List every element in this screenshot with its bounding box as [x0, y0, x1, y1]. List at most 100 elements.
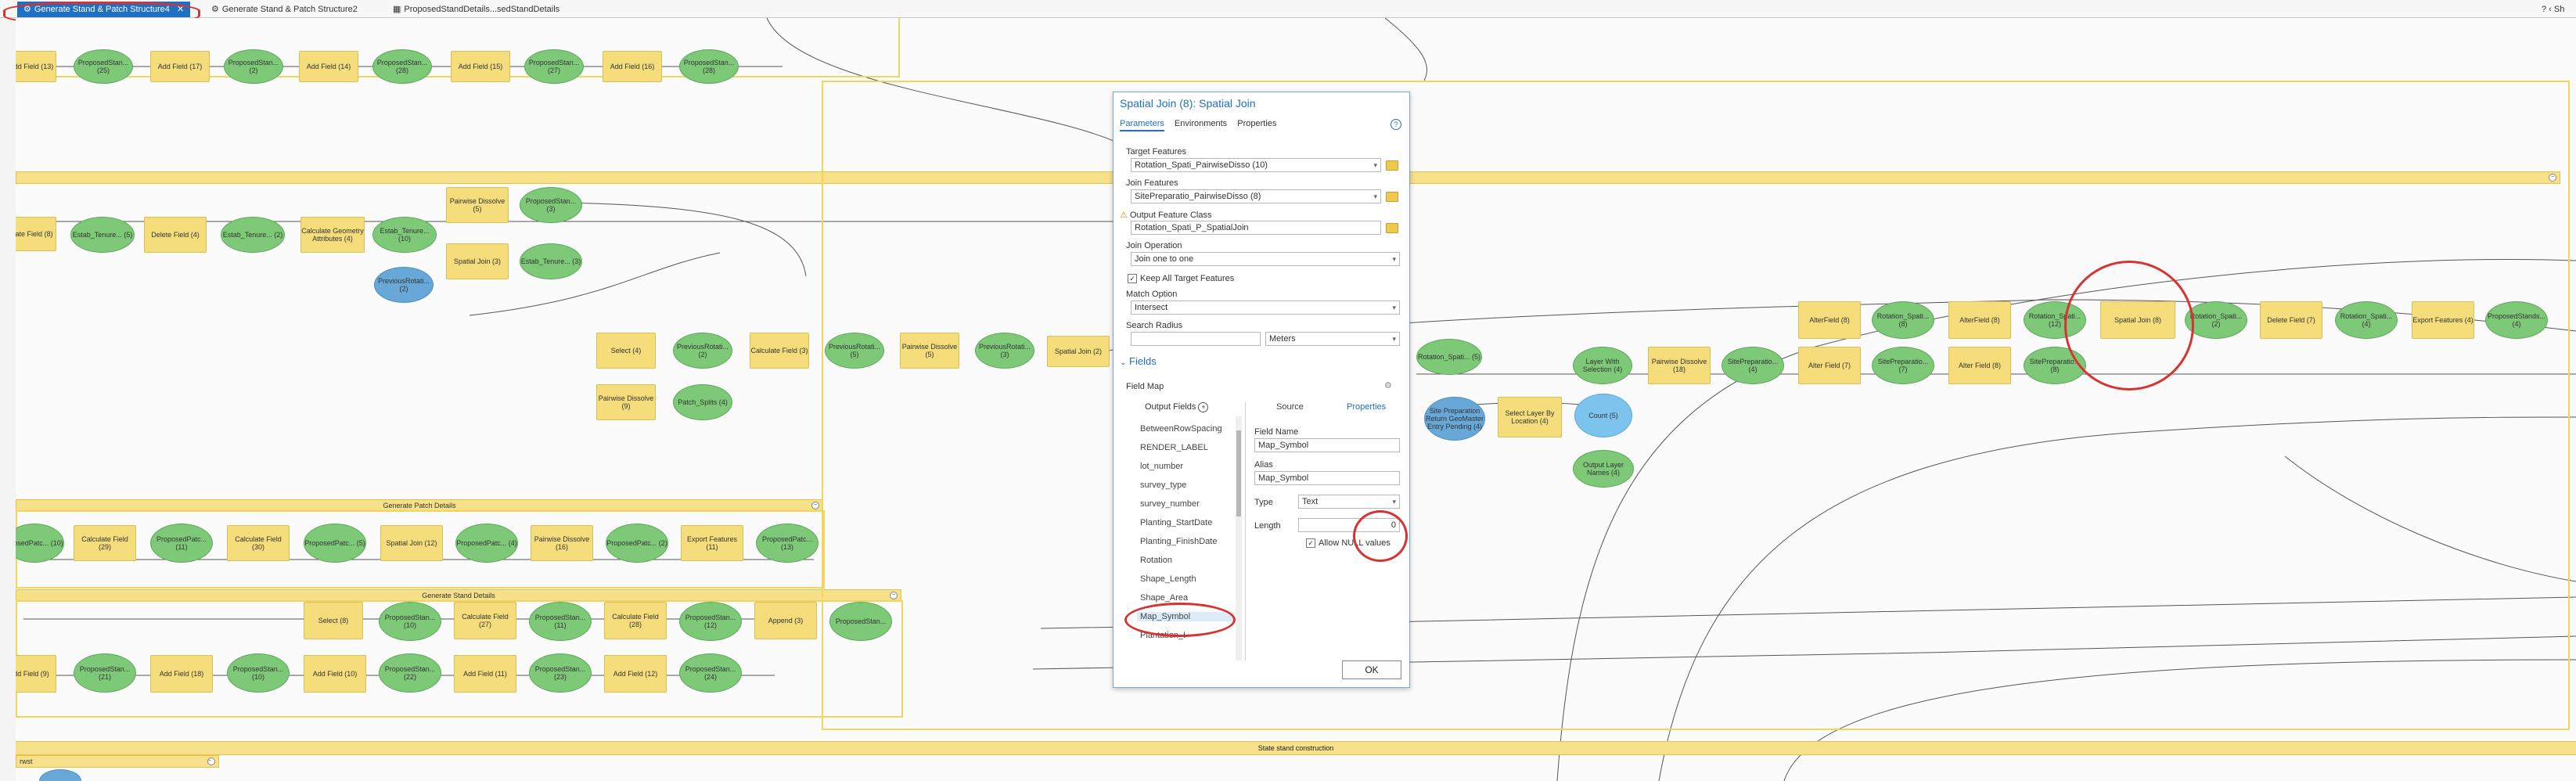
tool-node[interactable]: Add Field (14)	[299, 51, 358, 82]
data-node[interactable]: ProposedStan... (24)	[679, 653, 742, 693]
output-field-item[interactable]: survey_type	[1140, 480, 1186, 490]
data-node[interactable]: Estab_Tenure... (3)	[520, 243, 582, 279]
data-node[interactable]: Layer With Selection (4)	[1573, 347, 1632, 384]
tool-node[interactable]: Pairwise Dissolve (16)	[531, 525, 593, 561]
data-node[interactable]: Rotation_Spati... (4)	[2335, 301, 2398, 339]
tool-node[interactable]: dd Field (9)	[16, 655, 56, 693]
output-field-item[interactable]: Planting_StartDate	[1140, 518, 1212, 527]
tool-node[interactable]: Spatial Join (12)	[380, 525, 443, 561]
tool-node[interactable]: Alter Field (7)	[1798, 347, 1861, 384]
tool-node[interactable]: Select (4)	[596, 333, 656, 369]
output-feature-class-field[interactable]: Rotation_Spati_P_SpatialJoin	[1131, 221, 1381, 235]
data-node[interactable]: ProposedStan... (12)	[679, 602, 742, 641]
data-node[interactable]: ProposedStands... (4)	[2485, 301, 2548, 339]
search-radius-input[interactable]	[1131, 332, 1261, 346]
tool-node[interactable]: Calculate Field (28)	[604, 602, 667, 639]
target-features-field[interactable]: Rotation_Spati_PairwiseDisso (10) ▾	[1131, 158, 1381, 172]
data-node[interactable]: SitePreparatio... (7)	[1872, 347, 1934, 384]
chevron-down-icon[interactable]: ▾	[1392, 253, 1396, 265]
input-node[interactable]: PreviousRotati... (2)	[374, 267, 434, 303]
data-node[interactable]: ProposedPatc... (5)	[304, 524, 366, 563]
field-name-input[interactable]: Map_Symbol	[1254, 438, 1400, 452]
tool-node[interactable]: Select Layer By Location (4)	[1498, 397, 1562, 437]
data-node[interactable]: ProposedPatc... (4)	[455, 524, 518, 563]
tool-node[interactable]: Pairwise Dissolve (9)	[596, 384, 656, 420]
data-node[interactable]: ProposedStan... (2)	[224, 49, 283, 84]
input-node[interactable]: Site Preparation Return GeoMaster Entry …	[1424, 397, 1485, 441]
tool-node[interactable]: Calculate Field (29)	[74, 525, 136, 561]
data-node[interactable]: ProposedStan... (28)	[679, 49, 739, 84]
tool-node[interactable]: Append (3)	[754, 602, 817, 639]
data-node[interactable]: ProposedStan... (22)	[379, 653, 441, 693]
search-radius-unit-select[interactable]: Meters ▾	[1265, 332, 1400, 346]
tool-node[interactable]: Pairwise Dissolve (18)	[1648, 347, 1711, 384]
corner-help[interactable]: ? ‹ Sh	[2535, 2, 2571, 17]
tool-node[interactable]: Pairwise Dissolve (5)	[446, 187, 509, 223]
tool-node[interactable]: Calculate Field (3)	[750, 333, 809, 369]
data-node[interactable]: Output Layer Names (4)	[1573, 450, 1634, 488]
add-field-icon[interactable]: +	[1198, 402, 1209, 412]
tool-node[interactable]: Add Field (17)	[150, 51, 210, 82]
tool-node[interactable]: Delete Field (7)	[2260, 301, 2322, 339]
data-node[interactable]: ProposedStan... (25)	[74, 49, 133, 84]
data-node[interactable]: ProposedStan... (21)	[74, 653, 136, 693]
tool-node[interactable]: Add Field (16)	[603, 51, 662, 82]
tab-generate-stand-patch-structure2[interactable]: ⚙ Generate Stand & Patch Structure2	[205, 2, 364, 17]
data-node[interactable]: ProposedStan... (10)	[379, 602, 441, 641]
collapse-icon[interactable]: −	[207, 758, 215, 765]
field-map-options-icon[interactable]: ⚙	[1384, 380, 1392, 390]
data-node[interactable]: ProposedStan... (23)	[529, 653, 592, 693]
tool-node[interactable]: Calculate Field (30)	[227, 525, 290, 561]
folder-icon[interactable]	[1386, 160, 1398, 171]
output-field-item[interactable]: Planting_FinishDate	[1140, 537, 1217, 546]
output-field-item[interactable]: BetweenRowSpacing	[1140, 424, 1222, 434]
data-node[interactable]: ProposedPatc... (11)	[150, 524, 213, 563]
data-node[interactable]: ProposedPatc... (13)	[756, 524, 818, 563]
type-select[interactable]: Text ▾	[1298, 495, 1400, 509]
ok-button[interactable]: OK	[1342, 660, 1401, 679]
data-node[interactable]: Estab_Tenure... (2)	[221, 217, 285, 253]
group-header-bottom-left[interactable]: rwst −	[16, 755, 219, 768]
data-node[interactable]: ProposedStan... (28)	[372, 49, 432, 84]
tool-node[interactable]: Delete Field (4)	[144, 217, 207, 253]
scrollbar-thumb[interactable]	[1236, 430, 1241, 516]
data-node[interactable]: ProposedStan... (11)	[529, 602, 592, 641]
source-tab[interactable]: Source	[1276, 402, 1304, 412]
tab-parameters[interactable]: Parameters	[1120, 119, 1164, 131]
tool-node[interactable]: Export Features (11)	[681, 525, 743, 561]
keep-all-target-features-row[interactable]: ✓ Keep All Target Features	[1128, 274, 1234, 284]
data-node[interactable]: ProposedPatc... (2)	[606, 524, 668, 563]
tab-environments[interactable]: Environments	[1175, 119, 1227, 128]
tool-node[interactable]: ulate Field (8)	[16, 217, 56, 251]
folder-icon[interactable]	[1386, 223, 1398, 233]
chevron-down-icon[interactable]: ▾	[1392, 333, 1396, 345]
output-fields-scrollbar[interactable]	[1236, 416, 1242, 660]
chevron-down-icon[interactable]: ▾	[1392, 495, 1396, 508]
output-field-item[interactable]: survey_number	[1140, 499, 1200, 509]
chevron-down-icon[interactable]: ▾	[1373, 159, 1377, 171]
data-node[interactable]: Estab_Tenure... (5)	[70, 217, 135, 253]
join-operation-select[interactable]: Join one to one ▾	[1131, 252, 1400, 266]
help-icon[interactable]: ?	[1391, 119, 1401, 130]
data-node[interactable]: ProposedStan...	[829, 602, 892, 641]
tool-node[interactable]: Calculate Field (27)	[454, 602, 516, 639]
output-field-item[interactable]: lot_number	[1140, 462, 1183, 471]
output-field-item[interactable]: Shape_Area	[1140, 593, 1188, 603]
spatial-join-dialog[interactable]: Spatial Join (8): Spatial Join Parameter…	[1113, 92, 1410, 688]
data-node[interactable]: Rotation_Spati... (5)	[1416, 339, 1482, 375]
collapse-icon[interactable]: −	[811, 502, 819, 509]
data-node[interactable]: PreviousRotati... (3)	[975, 333, 1034, 369]
group-header-bottom[interactable]: State stand construction	[16, 741, 2576, 755]
output-field-item[interactable]: Shape_Length	[1140, 574, 1196, 584]
output-field-item[interactable]: Rotation	[1140, 556, 1172, 565]
tool-node[interactable]: Add Field (10)	[304, 655, 366, 693]
tab-properties[interactable]: Properties	[1237, 119, 1276, 128]
count-node[interactable]: Count (5)	[1574, 394, 1632, 437]
tool-node[interactable]: Add Field (12)	[604, 655, 667, 693]
tool-node[interactable]: Pairwise Dissolve (5)	[900, 333, 959, 369]
fields-section-header[interactable]: ⌄ Fields	[1120, 355, 1157, 367]
tool-node[interactable]: Alter Field (8)	[1948, 347, 2011, 384]
allow-null-checkbox[interactable]: ✓	[1306, 538, 1315, 549]
data-node[interactable]: Rotation_Spati... (2)	[2185, 301, 2247, 339]
tool-node[interactable]: Add Field (18)	[150, 655, 213, 693]
